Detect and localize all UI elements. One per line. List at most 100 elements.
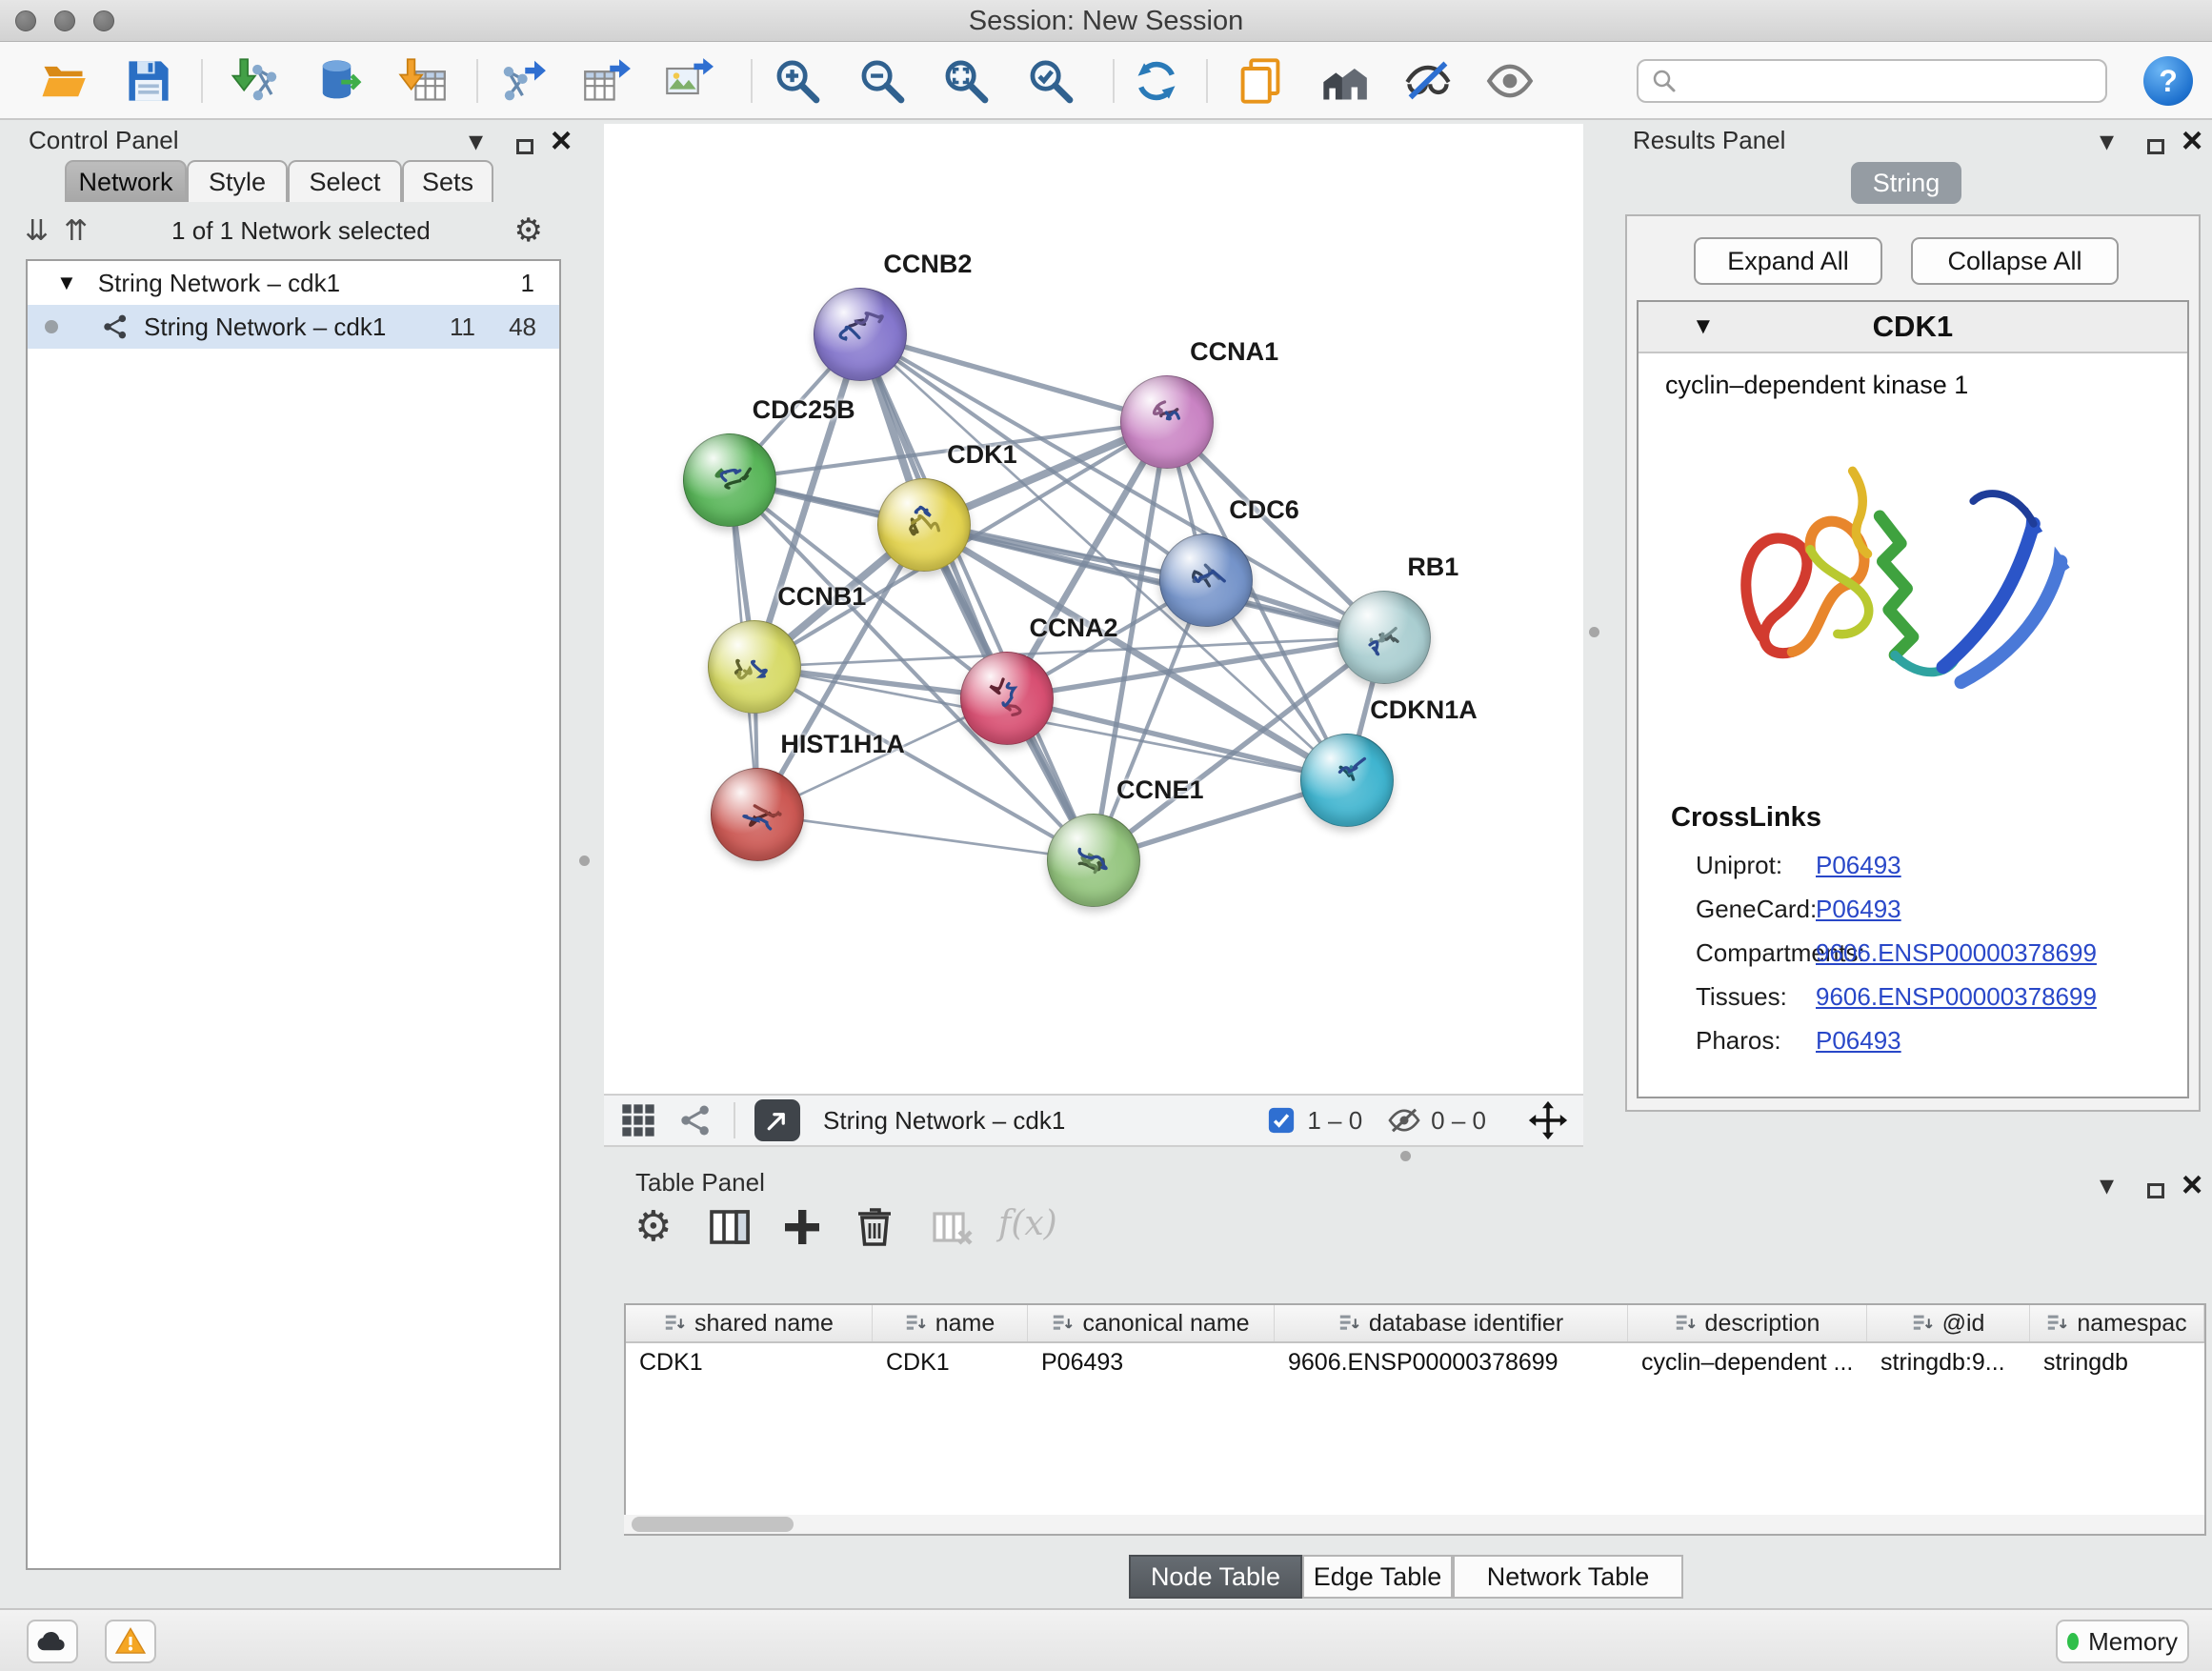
import-table-icon[interactable] [398, 56, 448, 106]
crosslink-value-link[interactable]: 9606.ENSP00000378699 [1816, 938, 2097, 968]
zoom-out-icon[interactable] [857, 56, 907, 106]
network-node-hist1h1a[interactable] [711, 768, 804, 861]
network-node-cdc6[interactable] [1159, 534, 1253, 627]
network-node-rb1[interactable] [1337, 591, 1431, 684]
expand-all-button[interactable]: Expand All [1694, 237, 1882, 285]
float-panel-icon[interactable] [2147, 130, 2164, 164]
toolbar-separator [476, 59, 478, 103]
network-node-cdc25b[interactable] [683, 433, 776, 527]
column-header-shared-name[interactable]: shared name [626, 1305, 873, 1341]
search-field[interactable] [1688, 67, 2094, 96]
settings-gear-icon[interactable]: ⚙ [634, 1204, 680, 1250]
selected-checkbox[interactable] [1267, 1106, 1296, 1135]
network-options-gear-icon[interactable]: ⚙ [514, 211, 543, 250]
table-row[interactable]: CDK1CDK1P064939606.ENSP00000378699cyclin… [626, 1343, 2204, 1381]
delete-column-icon[interactable] [930, 1204, 975, 1250]
hide-glasses-icon[interactable] [1403, 56, 1453, 106]
network-edge[interactable] [860, 334, 1094, 860]
splitter-handle[interactable] [1400, 1151, 1411, 1161]
collapse-all-button[interactable]: Collapse All [1911, 237, 2119, 285]
gene-card-header[interactable]: ▼ CDK1 [1639, 302, 2187, 353]
crosslink-value-link[interactable]: P06493 [1816, 1026, 1901, 1056]
tab-sets[interactable]: Sets [402, 160, 493, 202]
gene-description: cyclin–dependent kinase 1 [1639, 353, 2187, 400]
tab-select[interactable]: Select [288, 160, 402, 202]
zoom-in-icon[interactable] [773, 56, 822, 106]
function-icon[interactable]: f(x) [998, 1204, 1044, 1250]
network-node-cdkn1a[interactable] [1300, 734, 1394, 827]
close-panel-icon[interactable]: × [551, 124, 572, 158]
import-network-from-database-icon[interactable] [313, 56, 363, 106]
column-header-database-identifier[interactable]: database identifier [1275, 1305, 1628, 1341]
network-node-ccnb2[interactable] [814, 288, 907, 381]
save-session-icon[interactable] [124, 56, 173, 106]
warnings-button[interactable] [105, 1620, 156, 1663]
network-view-icon[interactable] [676, 1101, 714, 1139]
cloud-icon [36, 1625, 69, 1658]
delete-row-icon[interactable] [852, 1204, 897, 1250]
horizontal-scrollbar[interactable] [624, 1515, 2204, 1534]
memory-button[interactable]: Memory [2056, 1620, 2189, 1663]
collapse-panel-icon[interactable]: ▾ [2100, 124, 2114, 158]
column-header-description[interactable]: description [1628, 1305, 1867, 1341]
apply-layout-icon[interactable] [1132, 56, 1181, 106]
protein-thumbnail-icon [979, 671, 1036, 728]
cloud-button[interactable] [27, 1620, 78, 1663]
disclosure-triangle-icon[interactable]: ▼ [1692, 313, 1715, 340]
sort-icon [905, 1312, 928, 1335]
collapse-panel-icon[interactable]: ▾ [2100, 1168, 2114, 1202]
scrollbar-thumb[interactable] [632, 1517, 794, 1532]
detach-view-button[interactable] [754, 1099, 800, 1141]
export-table-icon[interactable] [582, 56, 632, 106]
close-panel-icon[interactable]: × [2182, 124, 2202, 158]
close-panel-icon[interactable]: × [2182, 1168, 2202, 1202]
column-header-name[interactable]: name [873, 1305, 1028, 1341]
crosslink-value-link[interactable]: P06493 [1816, 851, 1901, 880]
pan-tool-icon[interactable] [1528, 1100, 1568, 1140]
network-canvas[interactable]: CCNB2CCNA1CDC25BCDK1CDC6RB1CCNB1CCNA2CDK… [604, 124, 1583, 1094]
import-network-from-file-icon[interactable] [230, 56, 279, 106]
tab-network-table[interactable]: Network Table [1453, 1555, 1683, 1599]
column-header--id[interactable]: @id [1867, 1305, 2030, 1341]
float-panel-icon[interactable] [2147, 1174, 2164, 1208]
tab-style[interactable]: Style [187, 160, 288, 202]
column-header-canonical-name[interactable]: canonical name [1028, 1305, 1275, 1341]
show-eye-icon[interactable] [1485, 56, 1535, 106]
splitter-handle[interactable] [1589, 627, 1599, 637]
disclosure-triangle-icon[interactable]: ▼ [56, 271, 77, 295]
grid-view-icon[interactable] [619, 1101, 657, 1139]
export-network-icon[interactable] [497, 56, 547, 106]
crosslink-value-link[interactable]: 9606.ENSP00000378699 [1816, 982, 2097, 1012]
splitter-handle[interactable] [579, 856, 590, 866]
collapse-panel-icon[interactable]: ▾ [469, 124, 483, 158]
copy-document-icon[interactable] [1236, 56, 1285, 106]
add-row-icon[interactable] [779, 1204, 825, 1250]
string-home-icon[interactable] [1319, 56, 1369, 106]
help-button[interactable]: ? [2143, 56, 2193, 106]
float-panel-icon[interactable] [516, 130, 533, 164]
zoom-fit-icon[interactable] [941, 56, 991, 106]
column-header-namespac[interactable]: namespac [2030, 1305, 2204, 1341]
network-node-ccna2[interactable] [960, 652, 1054, 745]
tab-node-table[interactable]: Node Table [1129, 1555, 1302, 1599]
control-panel: Control Panel ▾ × NetworkStyleSelectSets… [10, 124, 564, 1589]
collapse-all-icon[interactable]: ⇈ [64, 214, 88, 248]
tab-edge-table[interactable]: Edge Table [1302, 1555, 1453, 1599]
expand-all-icon[interactable]: ⇊ [25, 214, 49, 248]
network-node-ccna1[interactable] [1120, 375, 1214, 469]
create-column-icon[interactable] [707, 1204, 753, 1250]
network-node-cdk1[interactable] [877, 478, 971, 572]
network-edge[interactable] [757, 815, 1094, 860]
open-file-icon[interactable] [39, 56, 89, 106]
search-input[interactable] [1637, 59, 2107, 103]
tab-network[interactable]: Network [65, 160, 187, 202]
network-row[interactable]: String Network – cdk1 11 48 [28, 305, 559, 349]
network-node-ccnb1[interactable] [708, 620, 801, 714]
network-collection-row[interactable]: ▼ String Network – cdk1 1 [28, 261, 559, 305]
network-node-ccne1[interactable] [1047, 814, 1140, 907]
crosslink-value-link[interactable]: P06493 [1816, 895, 1901, 924]
export-image-icon[interactable] [664, 56, 714, 106]
tab-string[interactable]: String [1851, 162, 1961, 204]
zoom-selected-icon[interactable] [1026, 56, 1076, 106]
network-node-label: CCNB2 [883, 250, 972, 279]
